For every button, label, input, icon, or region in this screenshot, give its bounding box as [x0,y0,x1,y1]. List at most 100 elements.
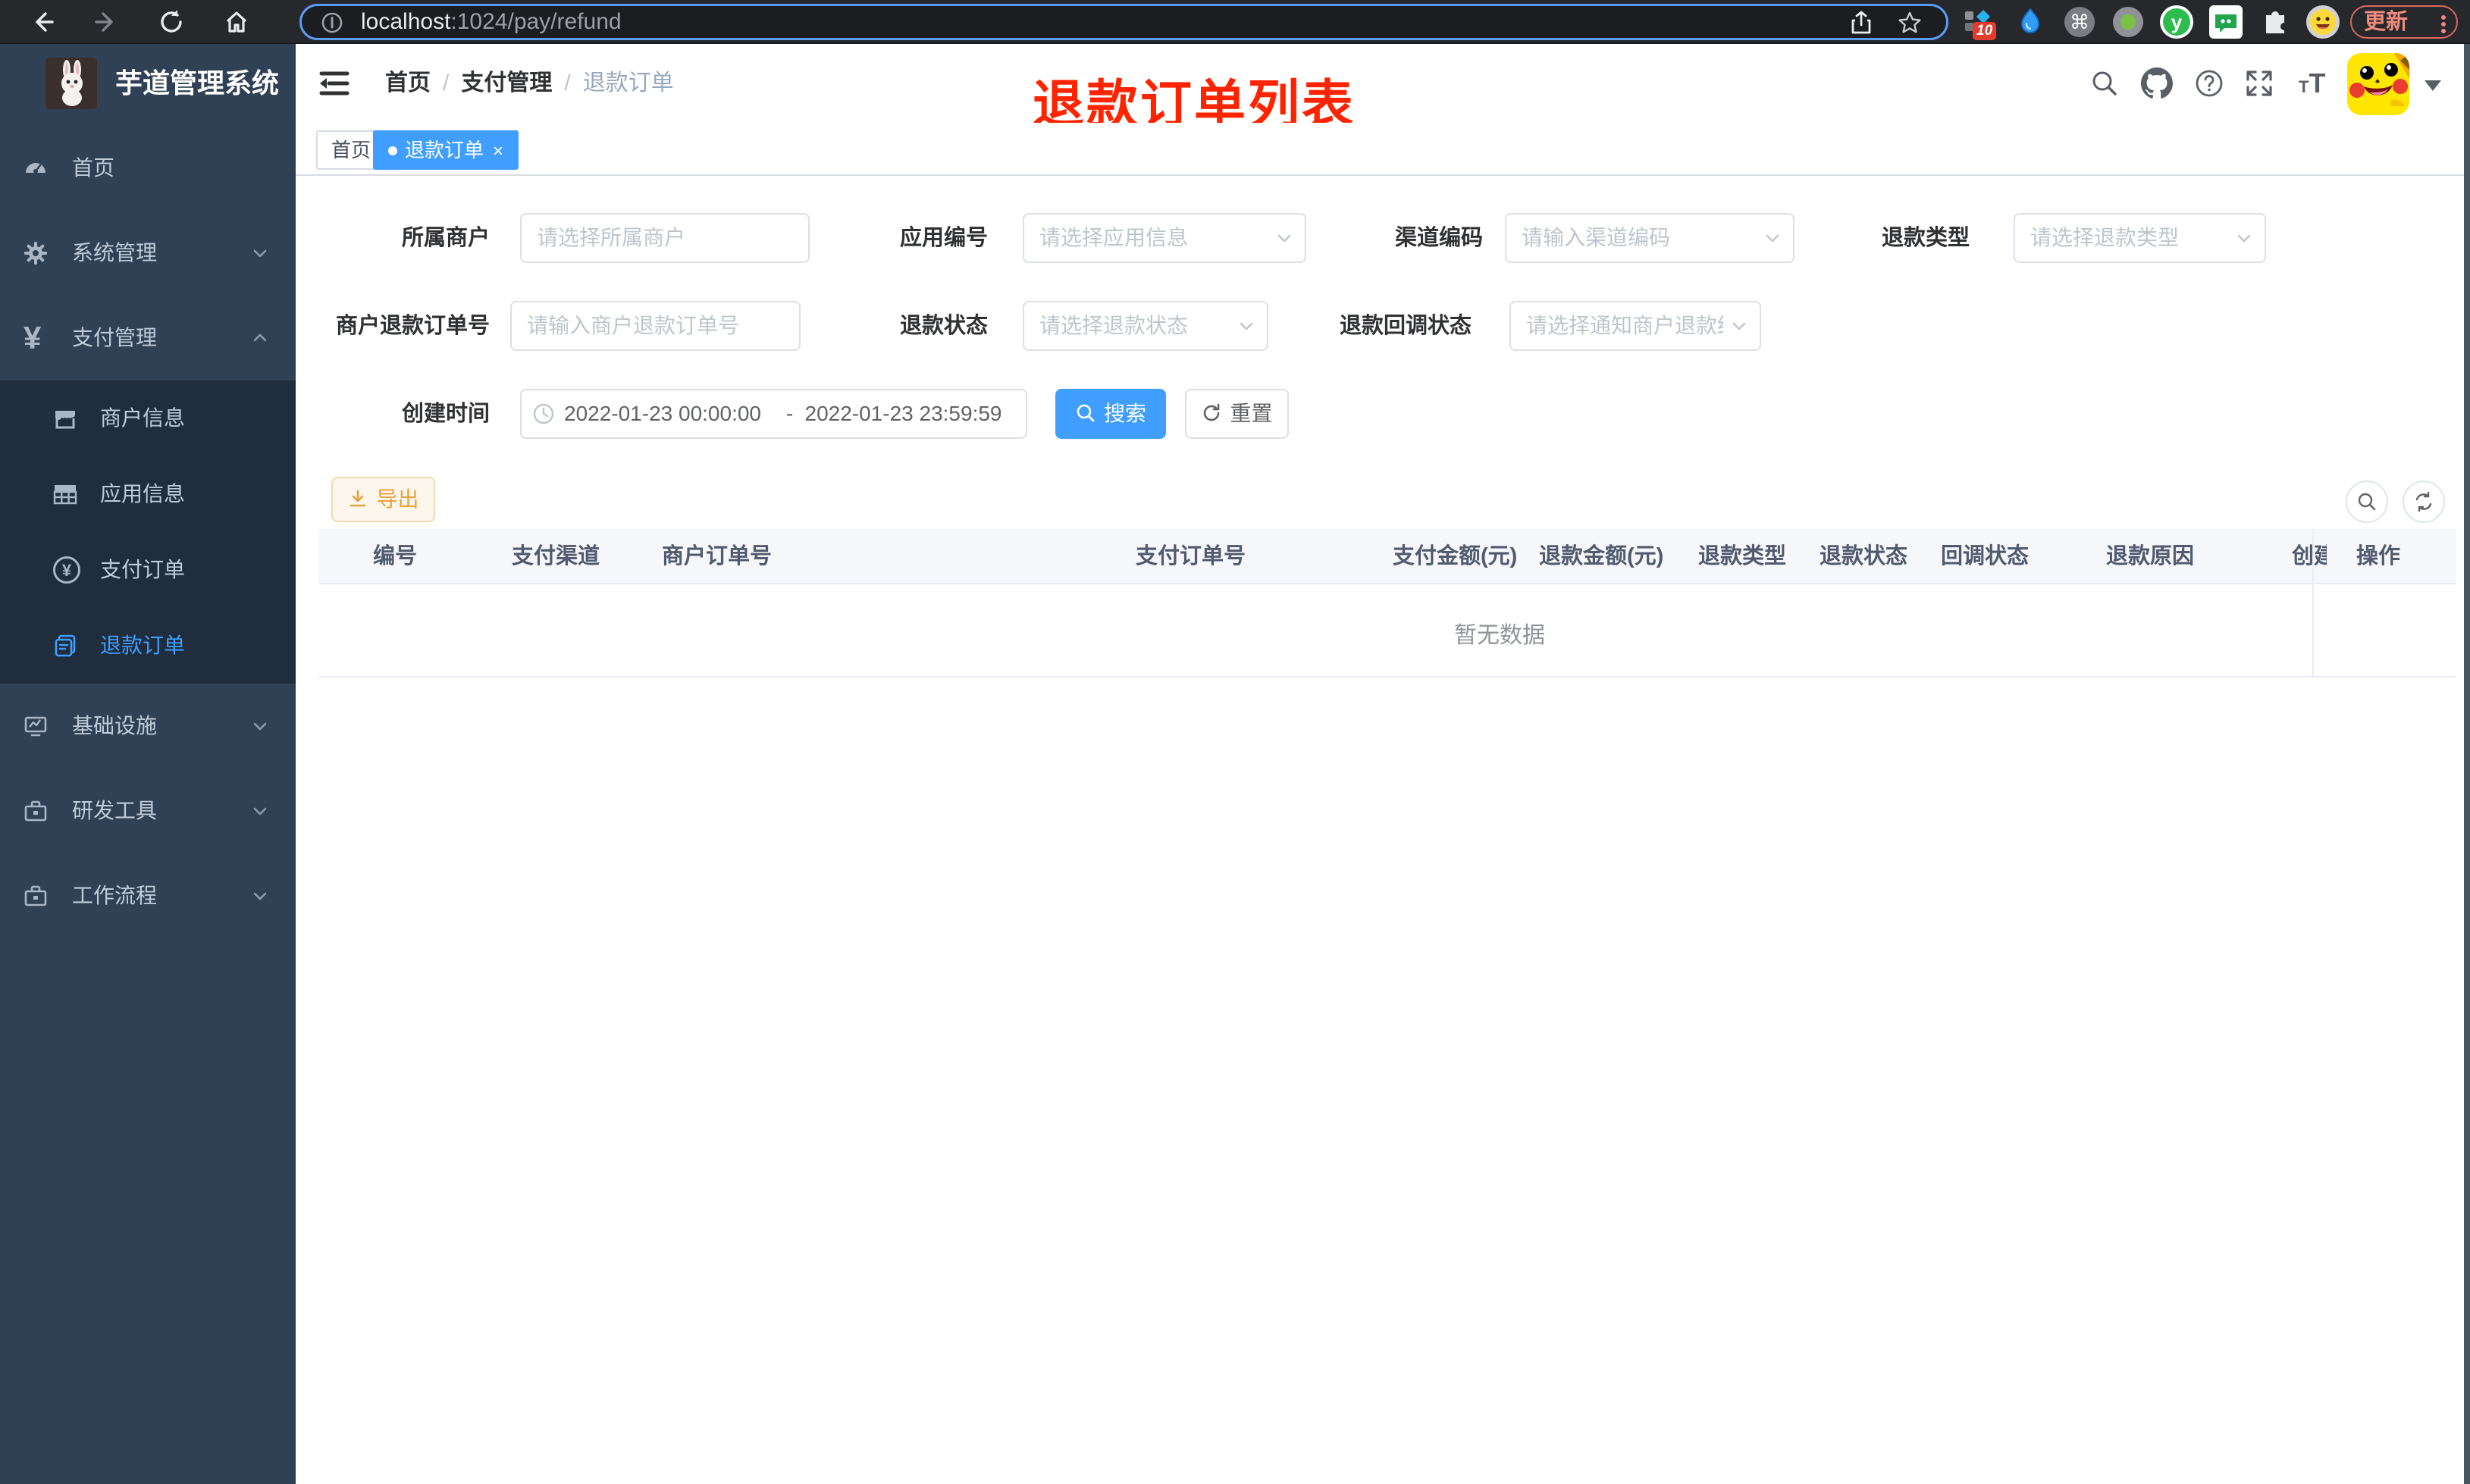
help-icon[interactable] [2194,68,2224,99]
label-merchant: 所属商户 [401,226,490,250]
col-header: 退款金额(元) [1539,544,1664,568]
browser-menu-icon[interactable] [2441,13,2446,36]
refund-type-select[interactable] [2014,213,2266,263]
browser-toolbar: localhost:1024/pay/refund 10 ⌘ y 更新 [0,0,2470,44]
sidebar-item-app-info[interactable]: 应用信息 [0,456,296,532]
show-search-button[interactable] [2346,481,2388,523]
sidebar-item-label: 商户信息 [100,406,186,430]
date-end: 2022-01-23 23:59:59 [804,402,1002,425]
chevron-down-icon [2234,228,2254,248]
document-icon [53,634,77,658]
hamburger-icon[interactable] [317,68,352,99]
col-header: 支付金额(元) [1393,544,1518,568]
sidebar-logo[interactable]: 芋道管理系统 [0,44,296,126]
close-icon[interactable]: × [493,141,503,161]
label-callback-status: 退款回调状态 [1339,314,1472,338]
col-header: 回调状态 [1941,544,2030,568]
refresh-table-button[interactable] [2403,481,2445,523]
browser-forward-icon[interactable] [92,8,120,36]
site-info-icon[interactable] [320,11,344,35]
label-channel: 渠道编码 [1394,226,1483,250]
bookmark-star-icon[interactable] [1897,10,1923,36]
sidebar-item-label: 工作流程 [72,884,158,907]
search-icon[interactable] [2089,68,2120,99]
chevron-down-icon [1729,316,1749,336]
navbar: 首页 / 支付管理 / 退款订单 TT 退款订单列表 [296,44,2470,133]
sidebar-item-workflow[interactable]: 工作流程 [0,853,296,938]
extensions-puzzle-icon[interactable] [2259,6,2291,38]
browser-reload-icon[interactable] [158,8,185,36]
font-size-icon[interactable]: TT [2299,67,2325,99]
chevron-down-icon [1237,316,1256,336]
breadcrumb-section[interactable]: 支付管理 [461,70,552,95]
refund-status-select[interactable] [1023,301,1268,351]
sidebar-item-refund-order[interactable]: 退款订单 [0,608,296,684]
empty-text: 暂无数据 [1454,623,1545,648]
caret-down-icon[interactable] [2425,80,2441,91]
extension-command-icon[interactable]: ⌘ [2064,6,2095,38]
merchant-refund-no-input[interactable] [510,301,801,351]
breadcrumb-home[interactable]: 首页 [385,70,431,95]
sidebar-item-label: 应用信息 [100,482,186,506]
browser-home-icon[interactable] [223,8,250,36]
fullscreen-icon[interactable] [2244,68,2274,99]
briefcase-icon [24,884,48,908]
tab-label: 首页 [331,139,371,161]
extension-chat-icon[interactable] [2209,5,2243,39]
dashboard-icon [24,156,48,180]
browser-back-icon[interactable] [29,8,56,36]
table-empty-row: 暂无数据 [318,586,2456,678]
share-icon[interactable] [1848,10,1874,36]
sidebar-item-pay-order[interactable]: ¥ 支付订单 [0,532,296,608]
date-start: 2022-01-23 00:00:00 [564,402,761,425]
window-scrollbar[interactable] [2464,44,2470,1484]
extension-badge: 10 [1973,22,1997,40]
table-header: 编号 支付渠道 商户订单号 支付订单号 支付金额(元) 退款金额(元) 退款类型… [318,529,2456,584]
url-path: :1024/pay/refund [450,9,622,34]
extension-collector-icon[interactable]: 10 [1961,5,1997,40]
chevron-up-icon [250,328,270,348]
address-bar[interactable]: localhost:1024/pay/refund [299,4,1948,40]
app-select[interactable] [1023,213,1306,263]
channel-select[interactable] [1505,213,1795,263]
clock-icon [532,402,555,425]
col-header: 退款状态 [1820,544,1908,568]
sidebar-item-label: 研发工具 [72,799,158,822]
refresh-icon [1201,402,1222,424]
url-host: localhost [361,9,451,34]
sidebar-item-label: 系统管理 [72,241,158,265]
tab-refund-order[interactable]: 退款订单 × [373,130,519,170]
extension-y-icon[interactable]: y [2159,5,2194,39]
create-time-range-picker[interactable]: 2022-01-23 00:00:00 - 2022-01-23 23:59:5… [520,389,1027,439]
extension-balloon-icon[interactable] [2015,7,2045,37]
sidebar-item-payment[interactable]: ¥ 支付管理 [0,296,296,380]
profile-avatar-icon[interactable] [2306,5,2340,39]
reset-button[interactable]: 重置 [1185,389,1289,439]
y-glyph: y [2171,11,2183,33]
github-icon[interactable] [2141,67,2173,99]
toolbox-icon [24,799,48,823]
date-separator: - [785,402,794,425]
col-header: 操作 [2356,544,2401,568]
extension-dot-icon[interactable] [2112,6,2144,38]
search-button[interactable]: 搜索 [1055,389,1166,439]
label-refund-type: 退款类型 [1881,226,1970,250]
sidebar-item-home[interactable]: 首页 [0,126,296,211]
sidebar-item-merchant-info[interactable]: 商户信息 [0,380,296,456]
export-button[interactable]: 导出 [331,477,435,522]
sidebar-item-devtools[interactable]: 研发工具 [0,769,296,853]
sidebar-item-system[interactable]: 系统管理 [0,211,296,296]
merchant-input[interactable] [520,213,810,263]
col-header: 编号 [373,544,418,568]
main-content: 首页/支付管理/退款订单 TT 退款订单列表 首页 退款订单 × 所属商户 应用编… [296,44,2470,1484]
sidebar-item-label: 退款订单 [100,634,186,657]
user-avatar[interactable] [2347,53,2409,115]
col-header: 支付渠道 [512,544,600,568]
sidebar-item-infra[interactable]: 基础设施 [0,684,296,769]
yen-circle-icon: ¥ [53,556,80,584]
update-button[interactable]: 更新 [2350,5,2458,39]
app-title: 芋道管理系统 [115,67,280,99]
callback-status-select[interactable] [1509,301,1761,351]
col-header: 退款原因 [2106,544,2195,568]
yen-icon: ¥ [24,320,42,355]
